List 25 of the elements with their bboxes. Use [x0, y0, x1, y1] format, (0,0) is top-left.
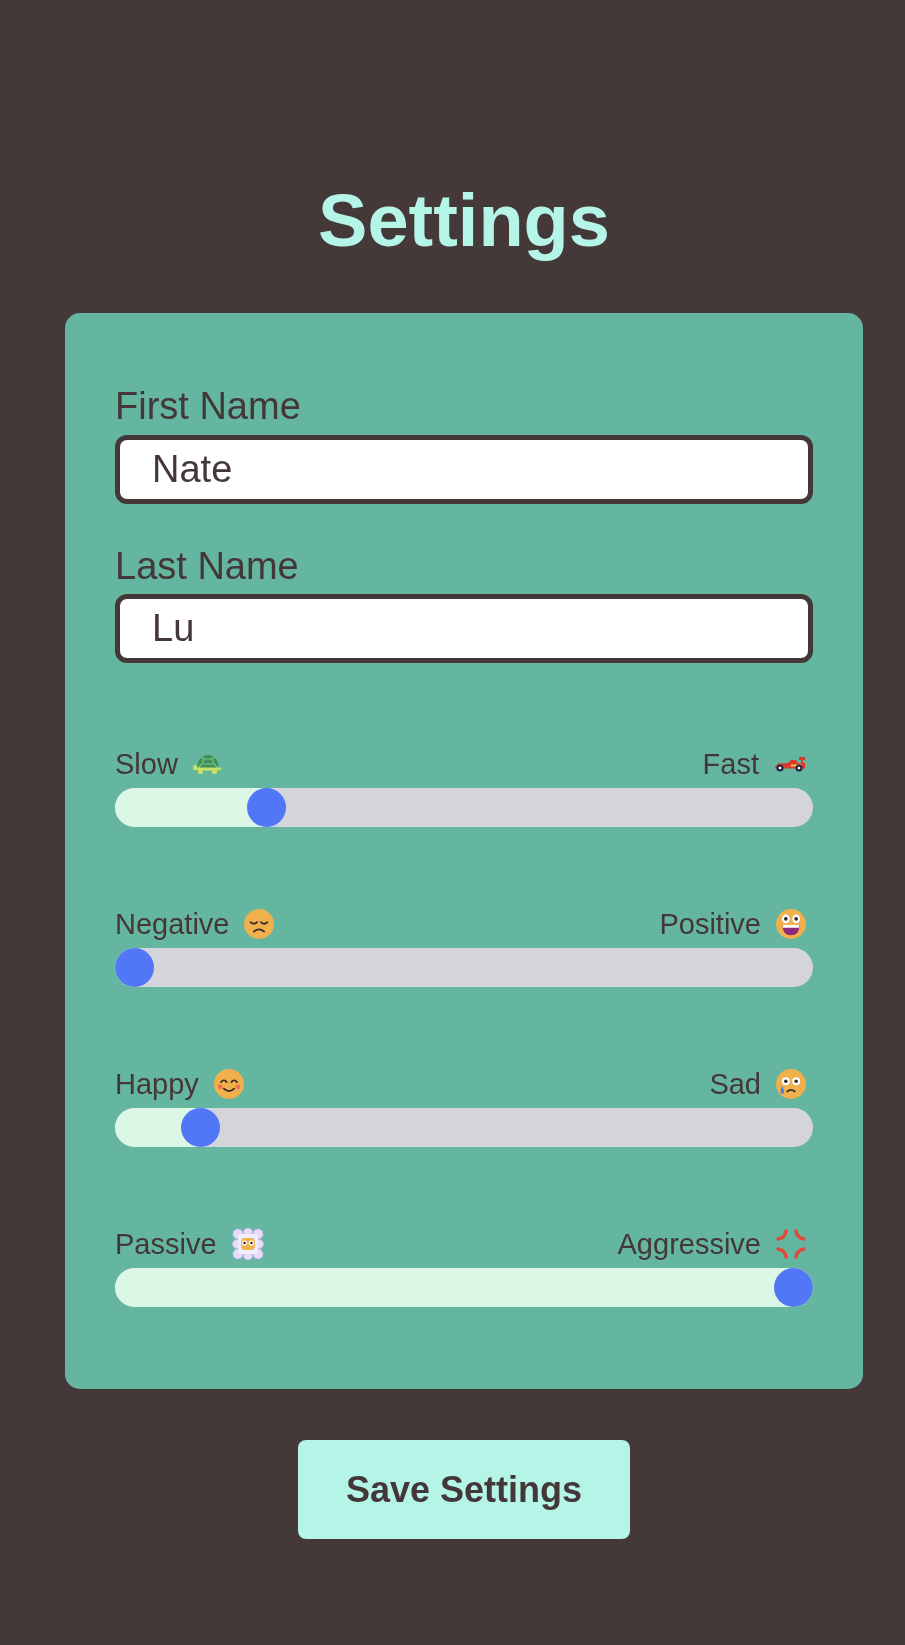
turtle-icon [192, 754, 223, 775]
slider-track[interactable] [115, 788, 813, 828]
slider-max-label: Sad [709, 1067, 761, 1102]
slider-min-label: Passive [115, 1227, 217, 1262]
crying-face-icon [776, 1069, 806, 1100]
smiling-face-icon [213, 1069, 244, 1100]
slider-track[interactable] [115, 948, 813, 988]
slider-min-label: Slow [115, 747, 178, 782]
field-label: First Name [115, 385, 302, 429]
face-in-clouds-icon [231, 1228, 264, 1261]
slider-thumb[interactable] [115, 948, 154, 988]
grinning-face-icon [776, 909, 806, 940]
slider-max-label: Fast [702, 747, 759, 782]
slider-max-label: Aggressive [617, 1227, 761, 1262]
field-label: Last Name [115, 544, 300, 589]
slider-track[interactable] [115, 1108, 813, 1148]
text-input[interactable]: Lu [115, 594, 813, 664]
anger-symbol-icon [776, 1229, 806, 1260]
disappointed-face-icon [244, 909, 275, 940]
race-car-icon [774, 756, 806, 773]
text-input[interactable]: Nate [115, 434, 813, 504]
save-button[interactable]: Save Settings [298, 1440, 630, 1540]
slider-min-label: Happy [115, 1067, 199, 1102]
slider-max-label: Positive [659, 907, 761, 942]
slider-min-label: Negative [115, 907, 230, 942]
